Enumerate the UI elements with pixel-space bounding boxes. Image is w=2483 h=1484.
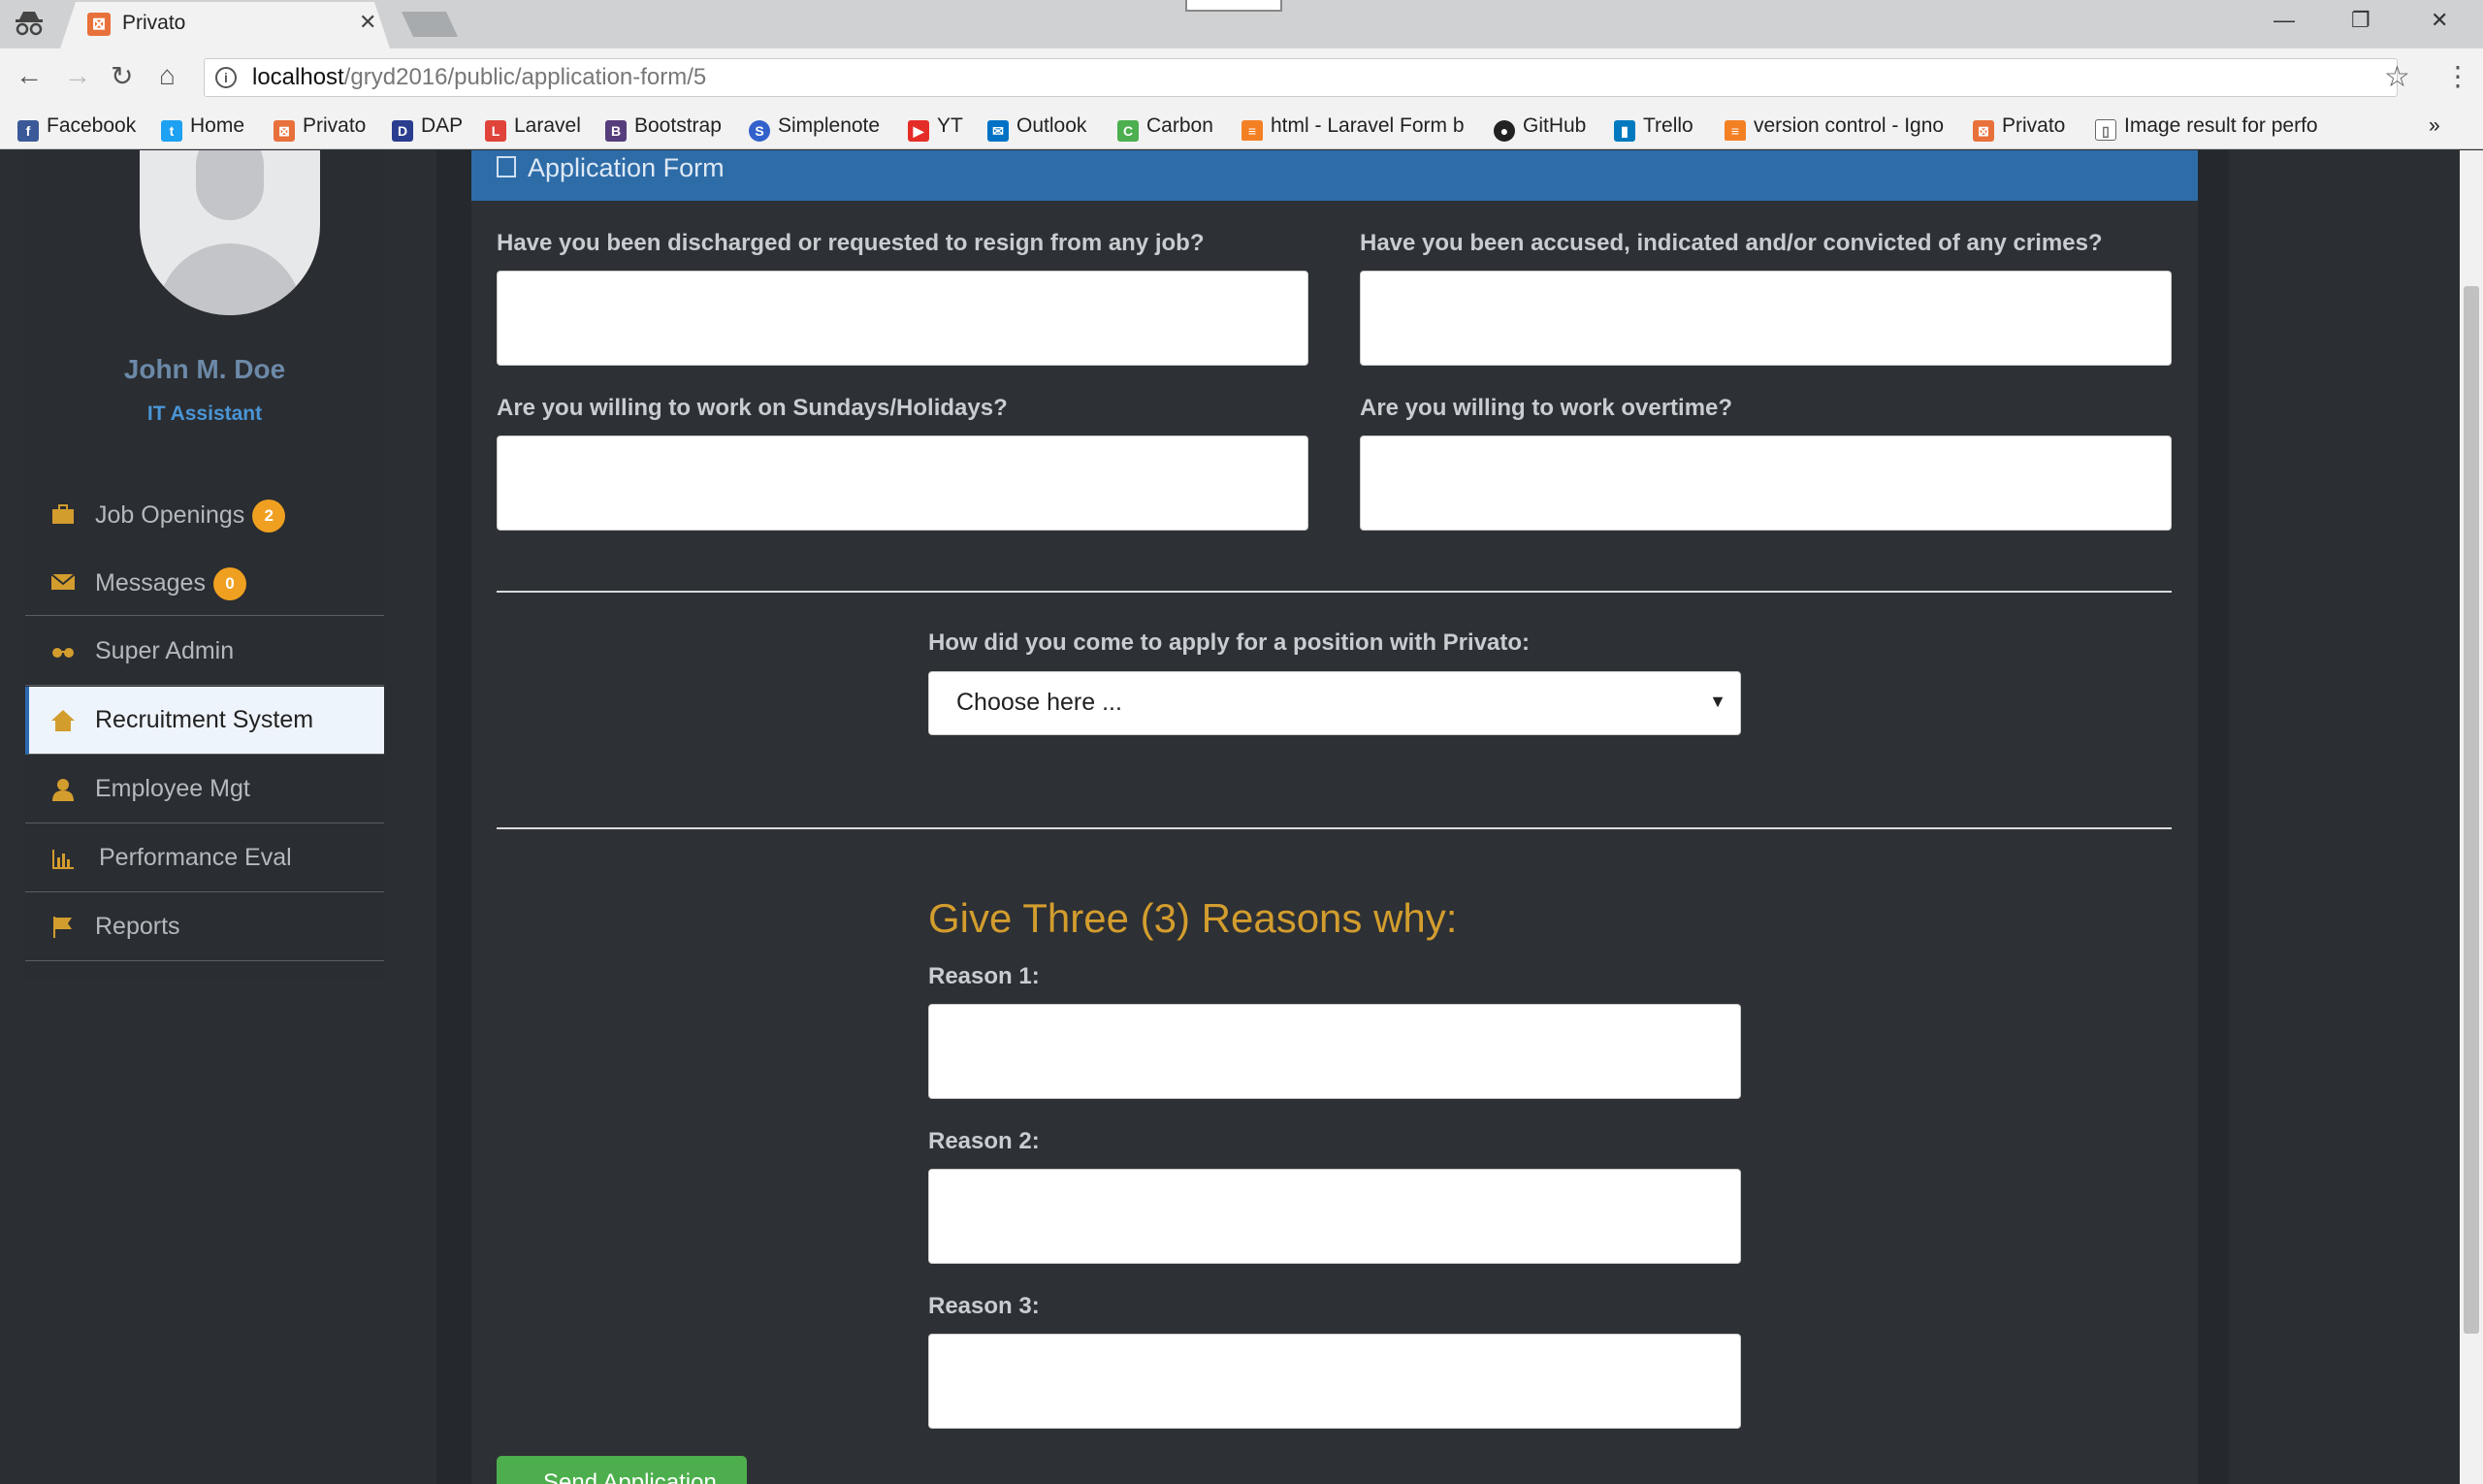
bookmark-facebook[interactable]: f Facebook — [17, 113, 136, 142]
restore-icon[interactable]: ❐ — [2351, 8, 2370, 33]
incognito-icon — [16, 12, 43, 36]
bookmark-simplenote[interactable]: S Simplenote — [749, 113, 880, 142]
back-icon[interactable]: ← — [16, 60, 43, 91]
reason2-label: Reason 2: — [928, 1128, 1040, 1154]
forward-icon[interactable]: → — [64, 60, 91, 91]
reasons-title: Give Three (3) Reasons why: — [928, 895, 1458, 941]
bookmark-outlook[interactable]: ✉ Outlook — [987, 113, 1086, 142]
sidebar-item-label: Super Admin — [95, 637, 235, 664]
sidebar-item-label: Recruitment System — [95, 706, 314, 733]
sidebar-item-performance-eval[interactable]: Performance Eval — [25, 824, 384, 892]
sidebar-item-employee-mgt[interactable]: Employee Mgt — [25, 756, 384, 823]
sidebar-item-recruitment-system[interactable]: Recruitment System — [25, 687, 384, 755]
bookmark-version-control[interactable]: ≡ version control - Igno — [1725, 113, 1951, 141]
tab-close-icon[interactable]: ✕ — [359, 10, 376, 35]
avatar — [140, 150, 320, 315]
discharged-label: Have you been discharged or requested to… — [497, 230, 1205, 256]
envelope-icon — [50, 573, 76, 590]
sidebar-item-messages[interactable]: Messages 0 — [25, 548, 384, 616]
messages-badge: 0 — [212, 567, 246, 600]
reason3-field[interactable] — [928, 1334, 1741, 1429]
home-nav-icon — [51, 710, 75, 731]
sidebar-item-reports[interactable]: Reports — [25, 893, 384, 961]
url-text[interactable]: localhost/gryd2016/public/application-fo… — [252, 64, 706, 91]
form-icon — [497, 156, 516, 177]
privato-favicon-icon: ⊠ — [87, 13, 111, 36]
discharged-field[interactable] — [497, 271, 1308, 366]
bookmark-bootstrap[interactable]: B Bootstrap — [605, 113, 722, 142]
job-openings-badge: 2 — [252, 500, 286, 532]
sidebar-item-label: Messages — [95, 569, 206, 597]
briefcase-icon — [52, 504, 74, 524]
glasses-icon — [52, 648, 74, 658]
overtime-field[interactable] — [1360, 436, 2172, 531]
panel-heading: Application Form — [471, 150, 2198, 201]
new-tab-button[interactable] — [402, 12, 458, 37]
sidebar: John M. Doe IT Assistant Job Openings 2 M… — [25, 150, 384, 980]
user-role: IT Assistant — [146, 403, 263, 425]
how-apply-select[interactable]: Choose here ... ▼ — [928, 671, 1741, 735]
home-icon[interactable]: ⌂ — [159, 60, 176, 91]
divider — [497, 591, 2172, 593]
reload-icon[interactable]: ↻ — [111, 60, 133, 92]
how-apply-label: How did you come to apply for a position… — [928, 629, 1531, 656]
reason1-label: Reason 1: — [928, 963, 1040, 989]
window-drag-handle — [1185, 0, 1282, 12]
sidebar-item-label: Employee Mgt — [95, 775, 250, 802]
bar-chart-icon — [52, 850, 74, 869]
dropdown-arrow-icon: ▼ — [1709, 692, 1726, 711]
bookmark-html-laravel-form[interactable]: ≡ html - Laravel Form b — [1242, 113, 1470, 141]
sidebar-item-label: Performance Eval — [99, 844, 292, 871]
overtime-label: Are you willing to work overtime? — [1360, 395, 1733, 421]
crimes-label: Have you been accused, indicated and/or … — [1360, 230, 2103, 256]
close-window-icon[interactable]: ✕ — [2431, 8, 2448, 33]
sidebar-item-label: Job Openings — [95, 501, 245, 529]
sidebar-item-super-admin[interactable]: Super Admin — [25, 618, 384, 686]
user-name: John M. Doe — [123, 354, 286, 384]
minimize-icon[interactable]: — — [2273, 8, 2295, 33]
sidebar-item-job-openings[interactable]: Job Openings 2 — [25, 480, 384, 548]
bookmark-privato-2[interactable]: ⊠ Privato — [1973, 113, 2065, 142]
browser-tab-bar: ⊠ Privato ✕ — ❐ ✕ — [0, 0, 2483, 48]
site-info-icon[interactable]: i — [215, 67, 237, 88]
bookmark-laravel[interactable]: L Laravel — [485, 113, 581, 142]
sundays-field[interactable] — [497, 436, 1308, 531]
bookmark-trello[interactable]: ▮ Trello — [1614, 113, 1693, 142]
reason1-field[interactable] — [928, 1004, 1741, 1099]
tab-title: Privato — [122, 12, 186, 34]
bookmark-home[interactable]: t Home — [161, 113, 244, 142]
panel-title: Application Form — [528, 153, 725, 182]
bookmarks-overflow-icon[interactable]: » — [2429, 113, 2440, 141]
flag-icon — [53, 917, 72, 938]
browser-menu-icon[interactable]: ⋮ — [2444, 60, 2471, 92]
reason2-field[interactable] — [928, 1169, 1741, 1264]
bookmark-dap[interactable]: D DAP — [392, 113, 463, 142]
sidebar-item-label: Reports — [95, 913, 180, 940]
divider — [497, 827, 2172, 829]
bookmark-yt[interactable]: ▶ YT — [908, 113, 963, 142]
scrollbar-thumb[interactable] — [2464, 286, 2479, 1334]
bookmark-privato[interactable]: ⊠ Privato — [274, 113, 366, 142]
send-application-label: Send Application — [543, 1469, 717, 1484]
send-application-button[interactable]: Send Application — [497, 1456, 747, 1484]
user-icon — [52, 779, 74, 801]
reason3-label: Reason 3: — [928, 1293, 1040, 1319]
scrollbar[interactable] — [2460, 150, 2483, 1484]
bookmark-github[interactable]: ● GitHub — [1494, 113, 1586, 142]
bookmark-carbon[interactable]: C Carbon — [1117, 113, 1213, 142]
bookmark-image-result[interactable]: ▯ Image result for perfo — [2095, 113, 2324, 141]
crimes-field[interactable] — [1360, 271, 2172, 366]
bookmark-star-icon[interactable]: ☆ — [2384, 60, 2410, 94]
how-apply-value: Choose here ... — [956, 689, 1122, 716]
page: John M. Doe IT Assistant Job Openings 2 M… — [0, 150, 2483, 1484]
sundays-label: Are you willing to work on Sundays/Holid… — [497, 395, 1008, 421]
